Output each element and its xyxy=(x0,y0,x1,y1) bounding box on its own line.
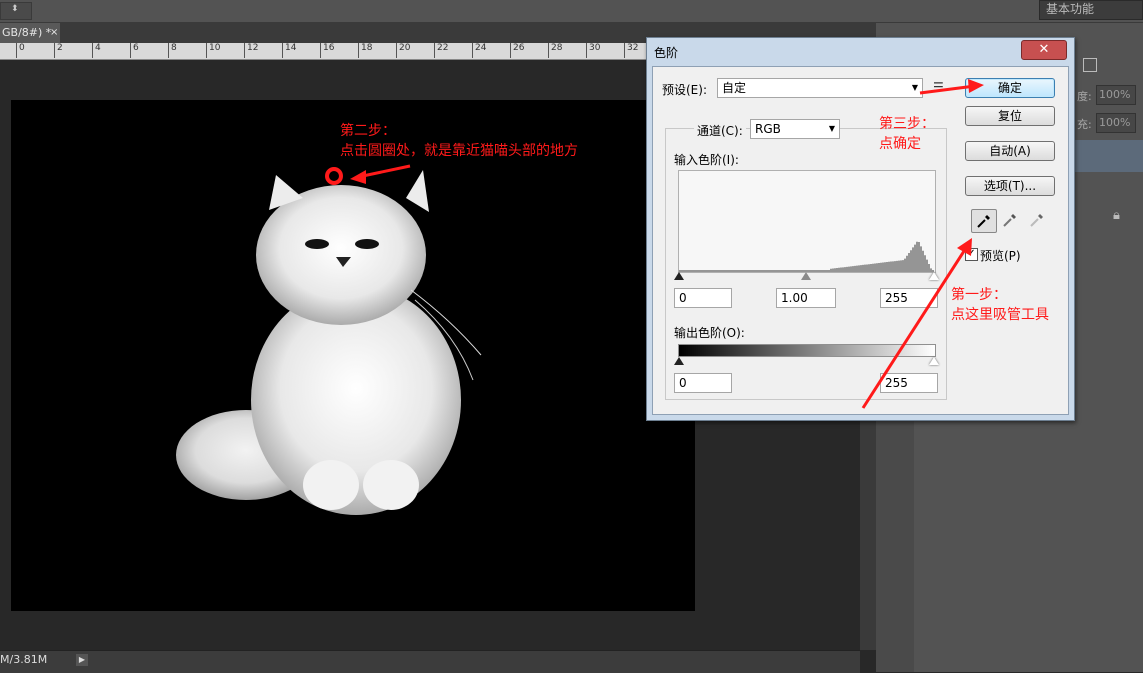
arrow-step1-line xyxy=(861,247,968,409)
annotation-overlay xyxy=(325,79,984,409)
step3-text: 点确定 xyxy=(879,136,921,152)
step2-text: 点击圆圈处，就是靠近猫喵头部的地方 xyxy=(340,143,578,159)
target-circle-annotation xyxy=(325,167,343,185)
arrow-step3-line xyxy=(919,84,976,95)
step3-title: 第三步： xyxy=(879,116,935,132)
step1-title: 第一步： xyxy=(951,287,1007,303)
arrow-step3-head xyxy=(968,79,984,93)
step2-title: 第二步： xyxy=(340,123,396,139)
arrow-step1-head xyxy=(957,238,972,256)
arrow-step2-head xyxy=(350,170,366,184)
step1-text: 点这里吸管工具 xyxy=(951,307,1049,323)
